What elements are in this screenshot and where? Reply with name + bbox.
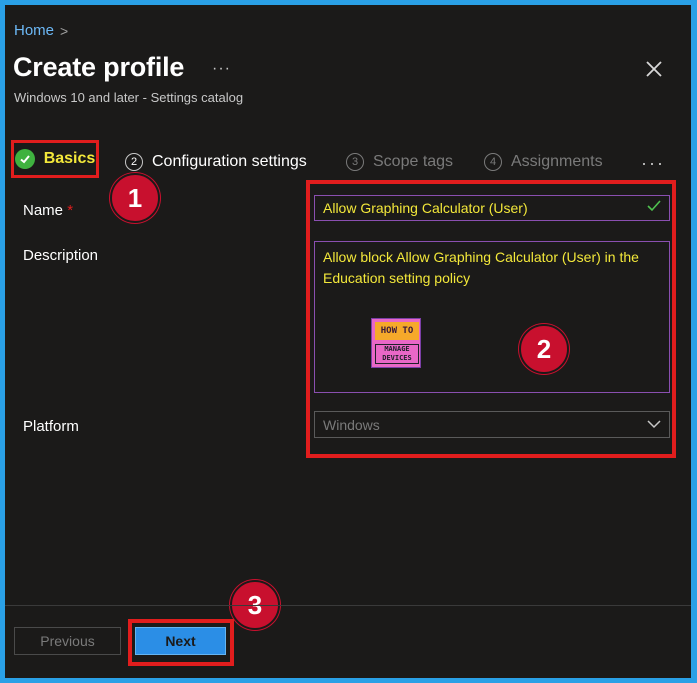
tab-configuration-settings-label: Configuration settings: [152, 153, 307, 170]
create-profile-panel: Home > Create profile ··· Windows 10 and…: [5, 5, 691, 678]
page-subtitle: Windows 10 and later - Settings catalog: [14, 90, 244, 105]
breadcrumb: Home >: [14, 22, 68, 39]
annotation-marker-2: 2: [519, 324, 569, 374]
annotation-marker-1: 1: [110, 173, 160, 223]
howto-manage-devices-logo: HOW TO MANAGE DEVICES: [371, 318, 421, 368]
step-number-2: 2: [125, 153, 143, 171]
breadcrumb-home-link[interactable]: Home: [14, 22, 54, 39]
logo-line-2: MANAGE: [384, 345, 410, 353]
step-number-3: 3: [346, 153, 364, 171]
logo-bottom-band: MANAGE DEVICES: [375, 344, 419, 364]
logo-top-band: HOW TO: [375, 322, 419, 340]
tab-scope-tags[interactable]: 3 Scope tags: [346, 145, 453, 179]
tab-assignments[interactable]: 4 Assignments: [484, 145, 603, 179]
logo-line-1: HOW TO: [380, 326, 414, 336]
step-number-4: 4: [484, 153, 502, 171]
name-input[interactable]: Allow Graphing Calculator (User): [314, 195, 670, 221]
tab-assignments-label: Assignments: [511, 153, 603, 170]
chevron-down-icon: [647, 416, 661, 434]
required-asterisk: *: [67, 202, 74, 219]
name-label-text: Name: [23, 202, 64, 219]
description-label: Description: [23, 247, 99, 264]
checkmark-icon: [14, 149, 35, 169]
platform-label: Platform: [23, 418, 79, 435]
name-label: Name *: [23, 202, 73, 219]
wizard-tabs: Basics 2 Configuration settings 3 Scope …: [5, 140, 691, 179]
footer-divider: [5, 605, 691, 606]
page-title: Create profile: [13, 52, 185, 82]
more-options-icon[interactable]: ···: [212, 60, 231, 78]
previous-button[interactable]: Previous: [14, 627, 121, 655]
tab-basics[interactable]: Basics: [11, 140, 99, 178]
close-icon[interactable]: [643, 58, 665, 80]
logo-line-3: DEVICES: [382, 354, 412, 362]
next-button[interactable]: Next: [135, 627, 226, 655]
tab-configuration-settings[interactable]: 2 Configuration settings: [125, 145, 307, 179]
breadcrumb-chevron-icon: >: [60, 22, 69, 39]
name-input-value: Allow Graphing Calculator (User): [323, 200, 528, 216]
tabs-overflow-icon[interactable]: ···: [641, 153, 665, 174]
tab-scope-tags-label: Scope tags: [373, 153, 454, 170]
valid-check-icon: [647, 199, 661, 217]
tab-basics-label: Basics: [43, 150, 96, 167]
description-textarea[interactable]: Allow block Allow Graphing Calculator (U…: [314, 241, 670, 393]
platform-select[interactable]: Windows: [314, 411, 670, 438]
platform-select-value: Windows: [323, 416, 380, 433]
